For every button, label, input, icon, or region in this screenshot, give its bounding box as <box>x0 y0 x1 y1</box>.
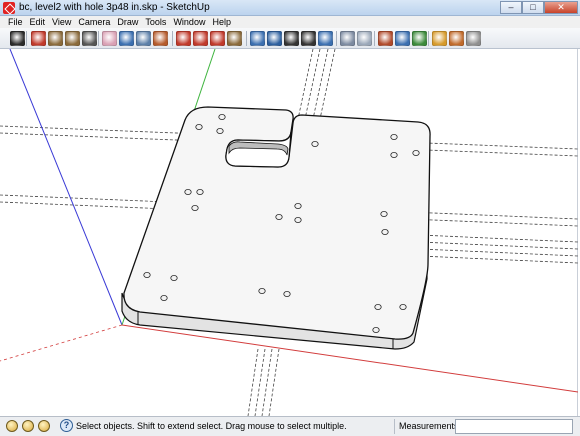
hole <box>170 274 178 281</box>
main-toolbar <box>0 28 580 49</box>
guide-line <box>304 49 321 120</box>
toolbar-separator <box>336 31 337 46</box>
hole <box>399 303 407 310</box>
menu-edit[interactable]: Edit <box>28 16 51 28</box>
toolbar-separator <box>172 31 173 46</box>
offset-tool-icon[interactable] <box>227 31 242 46</box>
rectangle-tool-icon[interactable] <box>48 31 63 46</box>
close-button[interactable]: ✕ <box>544 1 578 14</box>
toolbar-separator <box>246 31 247 46</box>
components-icon[interactable] <box>432 31 447 46</box>
toolbar-separator <box>98 31 99 46</box>
geo-location-icon[interactable] <box>6 420 18 432</box>
hole <box>390 134 398 141</box>
status-text: Select objects. Shift to extend select. … <box>76 421 347 431</box>
guide-line <box>419 234 578 243</box>
guide-line <box>419 255 578 264</box>
menu-bar: File Edit View Camera Draw Tools Window … <box>0 16 580 28</box>
hole <box>143 271 151 278</box>
menu-draw[interactable]: Draw <box>115 16 143 28</box>
styles-icon[interactable] <box>466 31 481 46</box>
x-axis-neg-line <box>0 324 123 362</box>
get-models-icon[interactable] <box>412 31 427 46</box>
sketchup-app-icon <box>3 2 15 14</box>
hole <box>191 204 199 211</box>
menu-tools[interactable]: Tools <box>143 16 171 28</box>
hole <box>160 294 168 301</box>
zoom-tool-icon[interactable] <box>284 31 299 46</box>
share-model-icon[interactable] <box>395 31 410 46</box>
component-tool-icon[interactable] <box>136 31 151 46</box>
hole <box>381 228 389 235</box>
hole <box>216 128 224 135</box>
menu-camera[interactable]: Camera <box>76 16 115 28</box>
zoom-extents-tool-icon[interactable] <box>318 31 333 46</box>
menu-window[interactable]: Window <box>171 16 210 28</box>
push-pull-tool-icon[interactable] <box>153 31 168 46</box>
pencil-tool-icon[interactable] <box>31 31 46 46</box>
materials-icon[interactable] <box>449 31 464 46</box>
hole <box>372 326 380 333</box>
model-canvas[interactable] <box>0 49 578 416</box>
hole <box>196 188 204 195</box>
follow-me-tool-icon[interactable] <box>210 31 225 46</box>
hole <box>390 152 398 159</box>
guide-line <box>419 248 578 257</box>
circle-tool-icon[interactable] <box>65 31 80 46</box>
guide-line <box>312 49 329 120</box>
rotate-tool-icon[interactable] <box>193 31 208 46</box>
minimize-button[interactable]: – <box>500 1 522 14</box>
hole <box>218 114 226 121</box>
status-bar: ? Select objects. Shift to extend select… <box>0 416 580 436</box>
hole <box>374 303 382 310</box>
zoom-window-tool-icon[interactable] <box>301 31 316 46</box>
z-axis-line <box>9 49 123 326</box>
title-bar: bc, level2 with hole 3p48 in.skp - Sketc… <box>0 0 580 16</box>
measurements-input[interactable] <box>455 419 573 434</box>
hole <box>294 216 302 223</box>
credits-icon[interactable] <box>22 420 34 432</box>
menu-view[interactable]: View <box>50 16 76 28</box>
select-tool-icon[interactable] <box>10 31 25 46</box>
measurements-label: Measurements <box>394 419 459 434</box>
help-icon[interactable]: ? <box>60 419 73 432</box>
menu-help[interactable]: Help <box>210 16 236 28</box>
hole <box>311 141 319 148</box>
hole <box>184 188 192 195</box>
paint-bucket-tool-icon[interactable] <box>119 31 134 46</box>
hole <box>294 202 302 209</box>
menu-file[interactable]: File <box>6 16 28 28</box>
hole <box>380 210 388 217</box>
toolbar-separator <box>428 31 429 46</box>
guide-line <box>319 49 336 120</box>
3d-warehouse-icon[interactable] <box>378 31 393 46</box>
view-iso-icon[interactable] <box>357 31 372 46</box>
hole <box>412 150 420 157</box>
pan-tool-icon[interactable] <box>267 31 282 46</box>
eraser-tool-icon[interactable] <box>102 31 117 46</box>
window-controls: – □ ✕ <box>500 1 578 15</box>
guide-line <box>297 49 314 120</box>
arc-tool-icon[interactable] <box>82 31 97 46</box>
hole <box>275 213 283 220</box>
window-title: bc, level2 with hole 3p48 in.skp - Sketc… <box>19 2 210 13</box>
scenes-tool-icon[interactable] <box>340 31 355 46</box>
maximize-button[interactable]: □ <box>522 1 544 14</box>
user-account-icon[interactable] <box>38 420 50 432</box>
toolbar-separator <box>374 31 375 46</box>
hole <box>258 287 266 294</box>
model-viewport[interactable] <box>0 49 578 416</box>
hole <box>283 290 291 297</box>
guide-line <box>419 241 578 250</box>
orbit-tool-icon[interactable] <box>250 31 265 46</box>
toolbar-separator <box>26 31 27 46</box>
move-tool-icon[interactable] <box>176 31 191 46</box>
hole <box>195 124 203 131</box>
